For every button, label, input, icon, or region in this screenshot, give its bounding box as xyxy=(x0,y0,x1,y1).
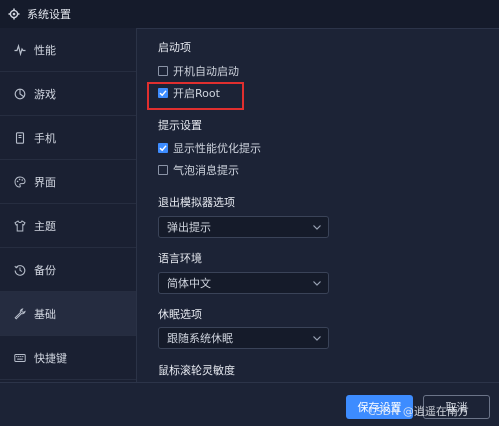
bubble-tip-label: 气泡消息提示 xyxy=(173,164,239,177)
sidebar-item-backup[interactable]: 备份 xyxy=(0,248,136,292)
sidebar-item-performance[interactable]: 性能 xyxy=(0,28,136,72)
enable-root-checkbox[interactable]: 开启Root xyxy=(158,85,220,101)
sidebar-item-label: 基础 xyxy=(34,307,56,321)
startup-section-title: 启动项 xyxy=(158,41,191,54)
wrench-icon xyxy=(14,307,26,320)
sidebar-item-phone[interactable]: 手机 xyxy=(0,116,136,160)
sidebar-item-game[interactable]: 游戏 xyxy=(0,72,136,116)
phone-icon xyxy=(14,131,26,144)
exit-option-value: 弹出提示 xyxy=(167,221,211,234)
sidebar-item-label: 界面 xyxy=(34,175,56,189)
checkmark-icon xyxy=(158,143,168,153)
perf-tip-label: 显示性能优化提示 xyxy=(173,142,261,155)
checkmark-icon xyxy=(158,88,168,98)
scroll-section-title: 鼠标滚轮灵敏度 xyxy=(158,364,235,377)
checkbox-unchecked xyxy=(158,165,168,175)
auto-start-checkbox[interactable]: 开机自动启动 xyxy=(158,63,239,79)
sleep-option-value: 跟随系统休眠 xyxy=(167,332,233,345)
checkbox-unchecked xyxy=(158,66,168,76)
sidebar-item-label: 快捷键 xyxy=(34,351,67,365)
chevron-down-icon xyxy=(312,278,322,288)
bubble-tip-checkbox[interactable]: 气泡消息提示 xyxy=(158,162,239,178)
enable-root-label: 开启Root xyxy=(173,87,220,100)
language-section-title: 语言环境 xyxy=(158,252,202,265)
palette-icon xyxy=(14,175,26,188)
exit-section-title: 退出模拟器选项 xyxy=(158,196,235,209)
title-bar: 系统设置 xyxy=(0,0,499,29)
watermark-text: CSDN @逍遥在南方 xyxy=(368,405,469,418)
sleep-option-dropdown[interactable]: 跟随系统休眠 xyxy=(158,327,329,349)
settings-sidebar: 性能 游戏 手机 界面 主题 备份 基础 快捷键 xyxy=(0,28,137,382)
sidebar-item-label: 性能 xyxy=(34,43,56,57)
tips-section-title: 提示设置 xyxy=(158,119,202,132)
game-icon xyxy=(14,88,26,100)
history-icon xyxy=(14,264,26,276)
auto-start-label: 开机自动启动 xyxy=(173,65,239,78)
pulse-icon xyxy=(14,43,26,56)
language-value: 简体中文 xyxy=(167,277,211,290)
sidebar-item-label: 游戏 xyxy=(34,87,56,101)
sidebar-item-label: 手机 xyxy=(34,131,56,145)
sleep-section-title: 休眠选项 xyxy=(158,308,202,321)
sidebar-item-basic[interactable]: 基础 xyxy=(0,292,136,336)
sidebar-item-label: 备份 xyxy=(34,263,56,277)
language-dropdown[interactable]: 简体中文 xyxy=(158,272,329,294)
settings-content: 启动项 开机自动启动 开启Root 提示设置 显示性能优化提示 气泡消息提示 退… xyxy=(137,28,499,382)
shirt-icon xyxy=(14,219,26,232)
sidebar-item-label: 主题 xyxy=(34,219,56,233)
gear-icon xyxy=(8,8,20,20)
exit-option-dropdown[interactable]: 弹出提示 xyxy=(158,216,329,238)
sidebar-item-interface[interactable]: 界面 xyxy=(0,160,136,204)
window-title: 系统设置 xyxy=(27,8,71,21)
chevron-down-icon xyxy=(312,222,322,232)
sidebar-item-shortcuts[interactable]: 快捷键 xyxy=(0,336,136,380)
perf-tip-checkbox[interactable]: 显示性能优化提示 xyxy=(158,140,261,156)
chevron-down-icon xyxy=(312,333,322,343)
settings-window: 系统设置 性能 游戏 手机 界面 主题 备份 基础 快捷键 启动项 开机自动启动… xyxy=(0,0,499,426)
keyboard-icon xyxy=(14,352,26,364)
sidebar-item-theme[interactable]: 主题 xyxy=(0,204,136,248)
